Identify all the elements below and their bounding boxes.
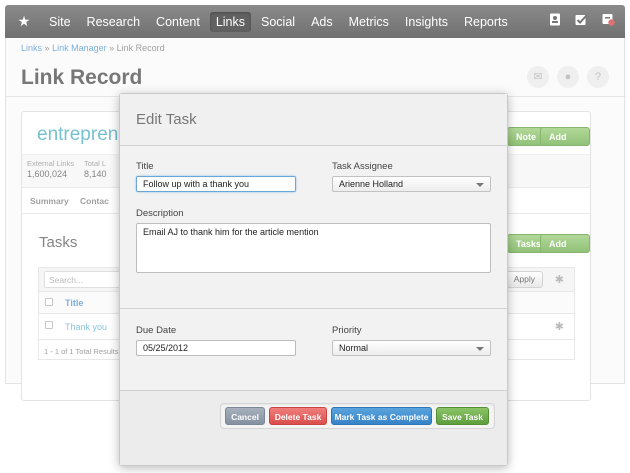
delete-task-button[interactable]: Delete Task — [269, 407, 327, 425]
description-textarea[interactable]: Email AJ to thank him for the article me… — [136, 223, 491, 273]
assignee-value: Arienne Holland — [339, 179, 404, 189]
modal-title: Edit Task — [136, 111, 197, 128]
due-date-label: Due Date — [136, 325, 177, 336]
cancel-button[interactable]: Cancel — [225, 407, 265, 425]
mark-complete-button[interactable]: Mark Task as Complete — [331, 407, 432, 425]
modal-divider — [120, 308, 507, 309]
chevron-down-icon — [476, 183, 484, 187]
assignee-label: Task Assignee — [332, 161, 393, 172]
save-task-button[interactable]: Save Task — [436, 407, 489, 425]
title-label: Title — [136, 161, 154, 172]
assignee-select[interactable]: Arienne Holland — [332, 176, 491, 192]
modal-header: Edit Task — [120, 94, 507, 146]
action-button-bar: Cancel Delete Task Mark Task as Complete… — [220, 403, 495, 429]
description-label: Description — [136, 208, 184, 219]
modal-footer: Cancel Delete Task Mark Task as Complete… — [120, 390, 507, 465]
priority-label: Priority — [332, 325, 362, 336]
priority-select[interactable]: Normal — [332, 340, 491, 356]
priority-value: Normal — [339, 343, 369, 353]
edit-task-modal: Edit Task Title Follow up with a thank y… — [119, 93, 508, 466]
app-root: ★ Site Research Content Links Social Ads… — [0, 0, 630, 473]
due-date-input[interactable]: 05/25/2012 — [136, 340, 296, 356]
chevron-down-icon — [476, 347, 484, 351]
task-title-input[interactable]: Follow up with a thank you — [136, 176, 296, 192]
